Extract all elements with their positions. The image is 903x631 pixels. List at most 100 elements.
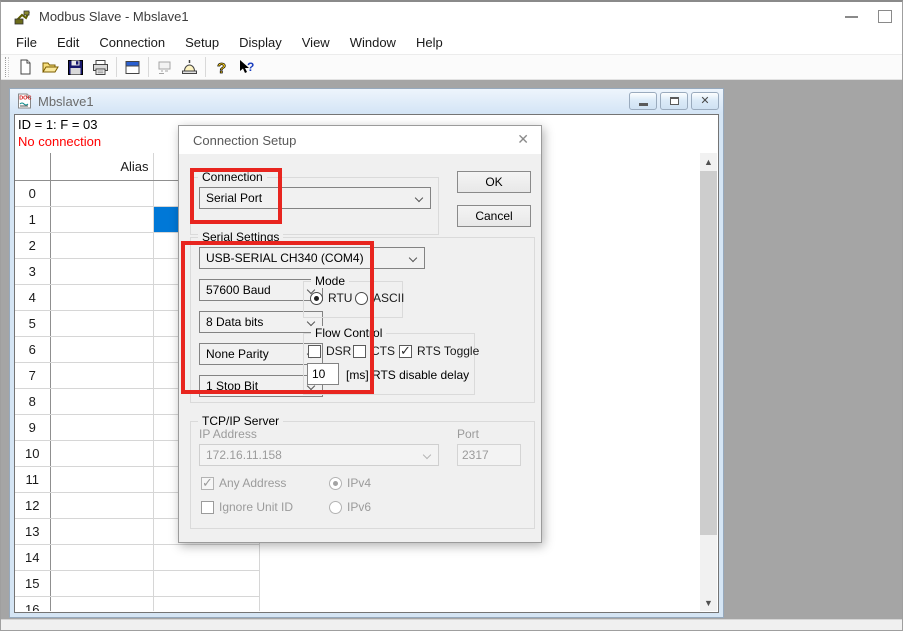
print-button[interactable]	[88, 55, 113, 79]
vertical-scrollbar[interactable]: ▲ ▼	[700, 153, 717, 611]
grid-cell[interactable]	[153, 570, 259, 596]
grid-cell[interactable]	[50, 596, 153, 611]
document-titlebar[interactable]: DOC Mbslave1 ✕	[10, 89, 723, 113]
row-header-3[interactable]: 3	[15, 258, 50, 284]
grid-cell[interactable]	[50, 388, 153, 414]
open-file-button[interactable]	[38, 55, 63, 79]
maximize-icon	[878, 10, 892, 23]
help-button[interactable]: ?	[209, 55, 234, 79]
grid-cell[interactable]	[50, 284, 153, 310]
baud-rate-value: 57600 Baud	[206, 283, 271, 297]
dsr-option[interactable]: DSR	[308, 344, 351, 358]
menu-item-edit[interactable]: Edit	[47, 32, 89, 53]
row-header-15[interactable]: 15	[15, 570, 50, 596]
titlebar[interactable]: Modbus Slave - Mbslave1	[1, 2, 902, 31]
cancel-button[interactable]: Cancel	[457, 205, 531, 227]
ignore-unit-id-option[interactable]: Ignore Unit ID	[201, 500, 293, 514]
grid-cell[interactable]	[50, 206, 153, 232]
grid-cell[interactable]	[50, 466, 153, 492]
serial-port-value: USB-SERIAL CH340 (COM4)	[206, 251, 364, 265]
menu-item-window[interactable]: Window	[340, 32, 406, 53]
rts-toggle-option[interactable]: RTS Toggle	[399, 344, 479, 358]
menu-item-connection[interactable]: Connection	[89, 32, 175, 53]
row-header-16[interactable]: 16	[15, 596, 50, 611]
status-band	[1, 619, 902, 630]
row-header-9[interactable]: 9	[15, 414, 50, 440]
connection-type-value: Serial Port	[206, 191, 262, 205]
rtu-radio[interactable]	[310, 292, 323, 305]
grid-cell[interactable]	[50, 544, 153, 570]
grid-cell[interactable]	[153, 544, 259, 570]
child-minimize-button[interactable]	[629, 92, 657, 110]
rts-toggle-checkbox[interactable]	[399, 345, 412, 358]
dsr-checkbox[interactable]	[308, 345, 321, 358]
row-header-5[interactable]: 5	[15, 310, 50, 336]
dialog-title: Connection Setup	[193, 133, 296, 148]
svg-text:?: ?	[247, 60, 254, 74]
save-file-button[interactable]	[63, 55, 88, 79]
menu-item-help[interactable]: Help	[406, 32, 453, 53]
grid-corner-cell[interactable]	[15, 153, 50, 180]
mode-ascii-option[interactable]: ASCII	[355, 291, 404, 305]
menu-item-display[interactable]: Display	[229, 32, 292, 53]
grid-cell[interactable]	[50, 570, 153, 596]
ignore-unit-id-label: Ignore Unit ID	[219, 500, 293, 514]
grid-cell[interactable]	[50, 232, 153, 258]
setup-button[interactable]	[177, 55, 202, 79]
child-restore-button[interactable]	[660, 92, 688, 110]
grid-cell[interactable]	[50, 310, 153, 336]
ignore-unit-id-checkbox[interactable]	[201, 501, 214, 514]
grid-cell[interactable]	[50, 362, 153, 388]
mode-rtu-option[interactable]: RTU	[310, 291, 352, 305]
minimize-button[interactable]	[834, 2, 868, 31]
scroll-up-icon[interactable]: ▲	[700, 153, 717, 170]
grid-cell[interactable]	[50, 414, 153, 440]
row-header-8[interactable]: 8	[15, 388, 50, 414]
application-window: Modbus Slave - Mbslave1 FileEditConnecti…	[0, 0, 903, 631]
row-header-12[interactable]: 12	[15, 492, 50, 518]
scroll-down-icon[interactable]: ▼	[700, 594, 717, 611]
row-header-6[interactable]: 6	[15, 336, 50, 362]
poll-definition-button[interactable]	[152, 55, 177, 79]
grid-cell[interactable]	[50, 336, 153, 362]
child-minimize-icon	[639, 103, 648, 106]
ascii-radio[interactable]	[355, 292, 368, 305]
menu-item-file[interactable]: File	[6, 32, 47, 53]
dialog-titlebar[interactable]: Connection Setup ✕	[179, 126, 541, 154]
grid-cell[interactable]	[50, 518, 153, 544]
row-header-10[interactable]: 10	[15, 440, 50, 466]
dialog-close-icon[interactable]: ✕	[517, 131, 529, 148]
row-header-2[interactable]: 2	[15, 232, 50, 258]
row-header-0[interactable]: 0	[15, 180, 50, 206]
scrollbar-thumb[interactable]	[700, 171, 717, 535]
menu-item-view[interactable]: View	[292, 32, 340, 53]
row-header-14[interactable]: 14	[15, 544, 50, 570]
grid-cell[interactable]	[153, 596, 259, 611]
row-header-1[interactable]: 1	[15, 206, 50, 232]
display-definition-button[interactable]	[120, 55, 145, 79]
row-header-11[interactable]: 11	[15, 466, 50, 492]
serial-port-select[interactable]: USB-SERIAL CH340 (COM4)	[199, 247, 425, 269]
cts-checkbox[interactable]	[353, 345, 366, 358]
connection-type-select[interactable]: Serial Port	[199, 187, 431, 209]
ok-button[interactable]: OK	[457, 171, 531, 193]
toolbar-separator	[205, 57, 206, 77]
maximize-button[interactable]	[868, 2, 902, 31]
child-close-button[interactable]: ✕	[691, 92, 719, 110]
grid-cell[interactable]	[50, 258, 153, 284]
row-header-13[interactable]: 13	[15, 518, 50, 544]
toolbar-grip[interactable]	[5, 57, 9, 77]
grid-cell[interactable]	[50, 180, 153, 206]
rts-delay-input[interactable]	[307, 363, 339, 385]
context-help-button[interactable]: ?	[234, 55, 259, 79]
grid-cell[interactable]	[50, 440, 153, 466]
row-header-7[interactable]: 7	[15, 362, 50, 388]
slave-id-status: ID = 1: F = 03	[18, 117, 98, 132]
ipv6-label: IPv6	[347, 500, 371, 514]
row-header-4[interactable]: 4	[15, 284, 50, 310]
menu-item-setup[interactable]: Setup	[175, 32, 229, 53]
alias-column-header[interactable]: Alias	[50, 153, 153, 180]
new-file-button[interactable]	[13, 55, 38, 79]
cts-option[interactable]: CTS	[353, 344, 395, 358]
grid-cell[interactable]	[50, 492, 153, 518]
